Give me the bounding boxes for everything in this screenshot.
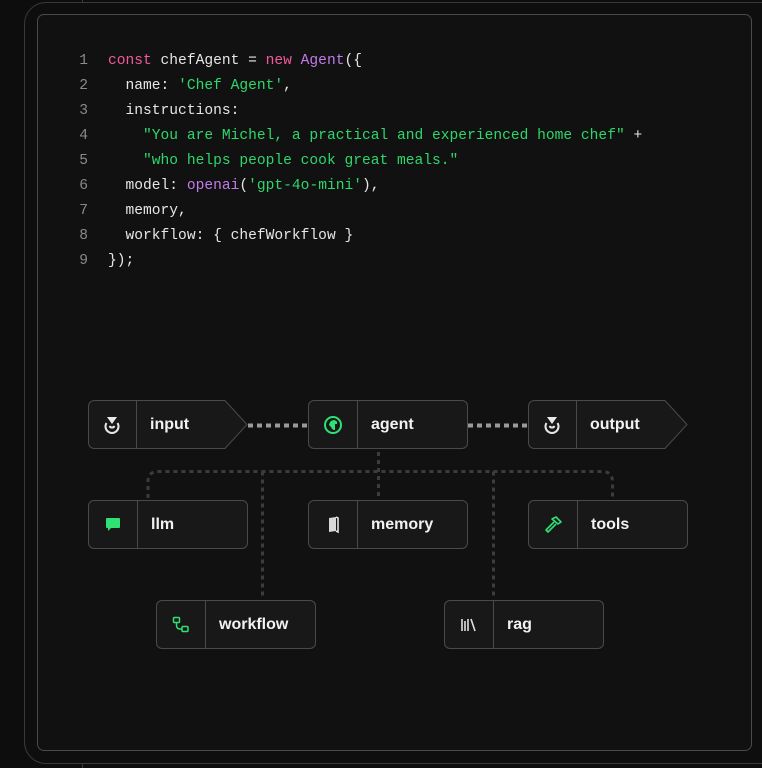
- node-tools[interactable]: tools: [528, 500, 688, 549]
- agent-icon: [309, 401, 358, 448]
- node-output[interactable]: output: [528, 400, 688, 449]
- chat-bubble-icon: [89, 501, 138, 548]
- hammer-icon: [529, 501, 578, 548]
- node-memory-label: memory: [371, 515, 434, 533]
- connector-lines: [146, 423, 614, 598]
- node-memory[interactable]: memory: [308, 500, 468, 549]
- node-rag-label: rag: [507, 615, 532, 633]
- node-input[interactable]: input: [88, 400, 248, 449]
- input-icon: [88, 400, 137, 449]
- node-input-label: input: [150, 415, 190, 433]
- node-workflow[interactable]: workflow: [156, 600, 316, 649]
- library-icon: [445, 601, 494, 648]
- node-agent-label: agent: [371, 415, 414, 433]
- book-icon: [309, 501, 358, 548]
- node-output-label: output: [590, 415, 640, 433]
- node-rag[interactable]: rag: [444, 600, 604, 649]
- node-llm[interactable]: llm: [88, 500, 248, 549]
- connector-bus: [146, 470, 614, 498]
- node-workflow-label: workflow: [219, 615, 289, 633]
- node-tools-label: tools: [591, 515, 630, 533]
- node-llm-label: llm: [151, 515, 175, 533]
- output-icon: [528, 400, 577, 449]
- workflow-icon: [157, 601, 206, 648]
- node-agent[interactable]: agent: [308, 400, 468, 449]
